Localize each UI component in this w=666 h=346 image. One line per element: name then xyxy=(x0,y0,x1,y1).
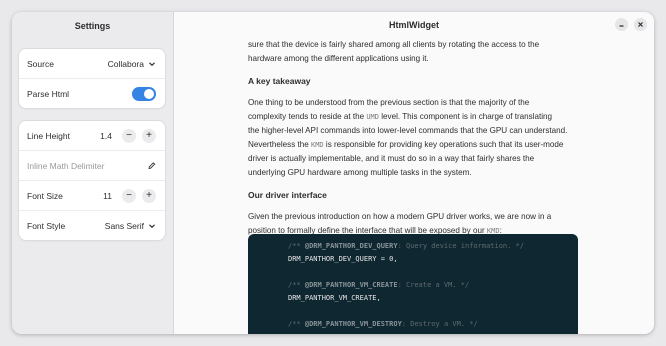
paragraph-line: driver is actually implementable, and it… xyxy=(248,154,535,163)
text-span: Nevertheless the xyxy=(248,140,311,149)
code-comment: /** @DRM_PANTHOR_DEV_QUERY: Query device… xyxy=(288,242,525,250)
font-style-label: Font Style xyxy=(27,220,66,231)
source-card: Source Collabora Parse Html xyxy=(19,49,165,108)
source-label: Source xyxy=(27,58,54,69)
inline-code: UMD xyxy=(366,113,379,121)
paragraph-line: sure that the device is fairly shared am… xyxy=(248,40,540,49)
format-card: Line Height 1.4 − + Inline Math Delimite… xyxy=(19,121,165,240)
text-span: complexity tends to reside at the xyxy=(248,112,367,121)
source-value: Collabora xyxy=(107,58,144,69)
close-button[interactable] xyxy=(634,18,647,31)
paragraph-line: complexity tends to reside at the UMD le… xyxy=(248,110,552,124)
font-size-increase-button[interactable]: + xyxy=(142,188,156,203)
code-blank xyxy=(288,266,578,279)
text-span: level. This component is in charge of tr… xyxy=(378,112,553,121)
source-row[interactable]: Source Collabora xyxy=(19,49,165,78)
close-icon xyxy=(638,22,643,27)
paragraph-line: underlying GPU hardware among multiple t… xyxy=(248,168,472,177)
parse-html-toggle[interactable] xyxy=(132,86,156,101)
line-height-label: Line Height xyxy=(27,130,71,141)
main-pane: HtmlWidget sure that the device is fairl… xyxy=(174,12,654,334)
toggle-knob xyxy=(144,88,154,99)
settings-sidebar: Settings Source Collabora Parse Html Lin… xyxy=(12,12,174,334)
code-comment: /** @DRM_PANTHOR_VM_CREATE: Create a VM.… xyxy=(288,281,470,289)
inline-math-label: Inline Math Delimiter xyxy=(27,160,105,171)
parse-html-row: Parse Html xyxy=(19,78,165,108)
code-line: DRM_PANTHOR_DEV_QUERY = 0, xyxy=(288,255,398,263)
code-line: DRM_PANTHOR_VM_CREATE, xyxy=(288,294,381,302)
heading-key-takeaway: A key takeaway xyxy=(248,76,311,86)
paragraph-line: One thing to be understood from the prev… xyxy=(248,98,530,107)
sidebar-title: Settings xyxy=(74,21,111,31)
line-height-value: 1.4 xyxy=(100,130,112,141)
font-size-label: Font Size xyxy=(27,190,63,201)
parse-html-label: Parse Html xyxy=(27,88,70,99)
font-size-value: 11 xyxy=(103,190,112,201)
line-height-row: Line Height 1.4 − + xyxy=(19,121,165,150)
app-window: Settings Source Collabora Parse Html Lin… xyxy=(12,12,654,334)
paragraph-line: hardware among the different application… xyxy=(248,54,429,63)
heading-driver-interface: Our driver interface xyxy=(248,190,327,200)
window-title: HtmlWidget xyxy=(389,20,439,30)
paragraph-line: Nevertheless the KMD is responsible for … xyxy=(248,138,563,152)
paragraph-line: the higher-level API commands into lower… xyxy=(248,126,568,135)
font-size-row: Font Size 11 − + xyxy=(19,180,165,210)
code-blank xyxy=(288,305,578,318)
font-style-value: Sans Serif xyxy=(104,220,144,231)
line-height-decrease-button[interactable]: − xyxy=(122,128,136,143)
minimize-icon xyxy=(619,25,624,27)
chevron-down-icon[interactable] xyxy=(148,60,156,68)
line-height-increase-button[interactable]: + xyxy=(142,128,156,143)
code-block: /** @DRM_PANTHOR_DEV_QUERY: Query device… xyxy=(248,234,578,334)
font-style-row[interactable]: Font Style Sans Serif xyxy=(19,210,165,240)
paragraph-line: Given the previous introduction on how a… xyxy=(248,212,552,221)
chevron-down-icon[interactable] xyxy=(148,222,156,230)
minimize-button[interactable] xyxy=(615,18,628,31)
pencil-icon[interactable] xyxy=(148,162,156,170)
font-size-decrease-button[interactable]: − xyxy=(122,188,136,203)
inline-math-row: Inline Math Delimiter xyxy=(19,150,165,180)
code-comment: /** @DRM_PANTHOR_VM_DESTROY: Destroy a V… xyxy=(288,320,478,328)
title-bar: HtmlWidget xyxy=(174,12,654,38)
text-span: is responsible for providing key operati… xyxy=(323,140,564,149)
inline-code: KMD xyxy=(310,141,324,149)
